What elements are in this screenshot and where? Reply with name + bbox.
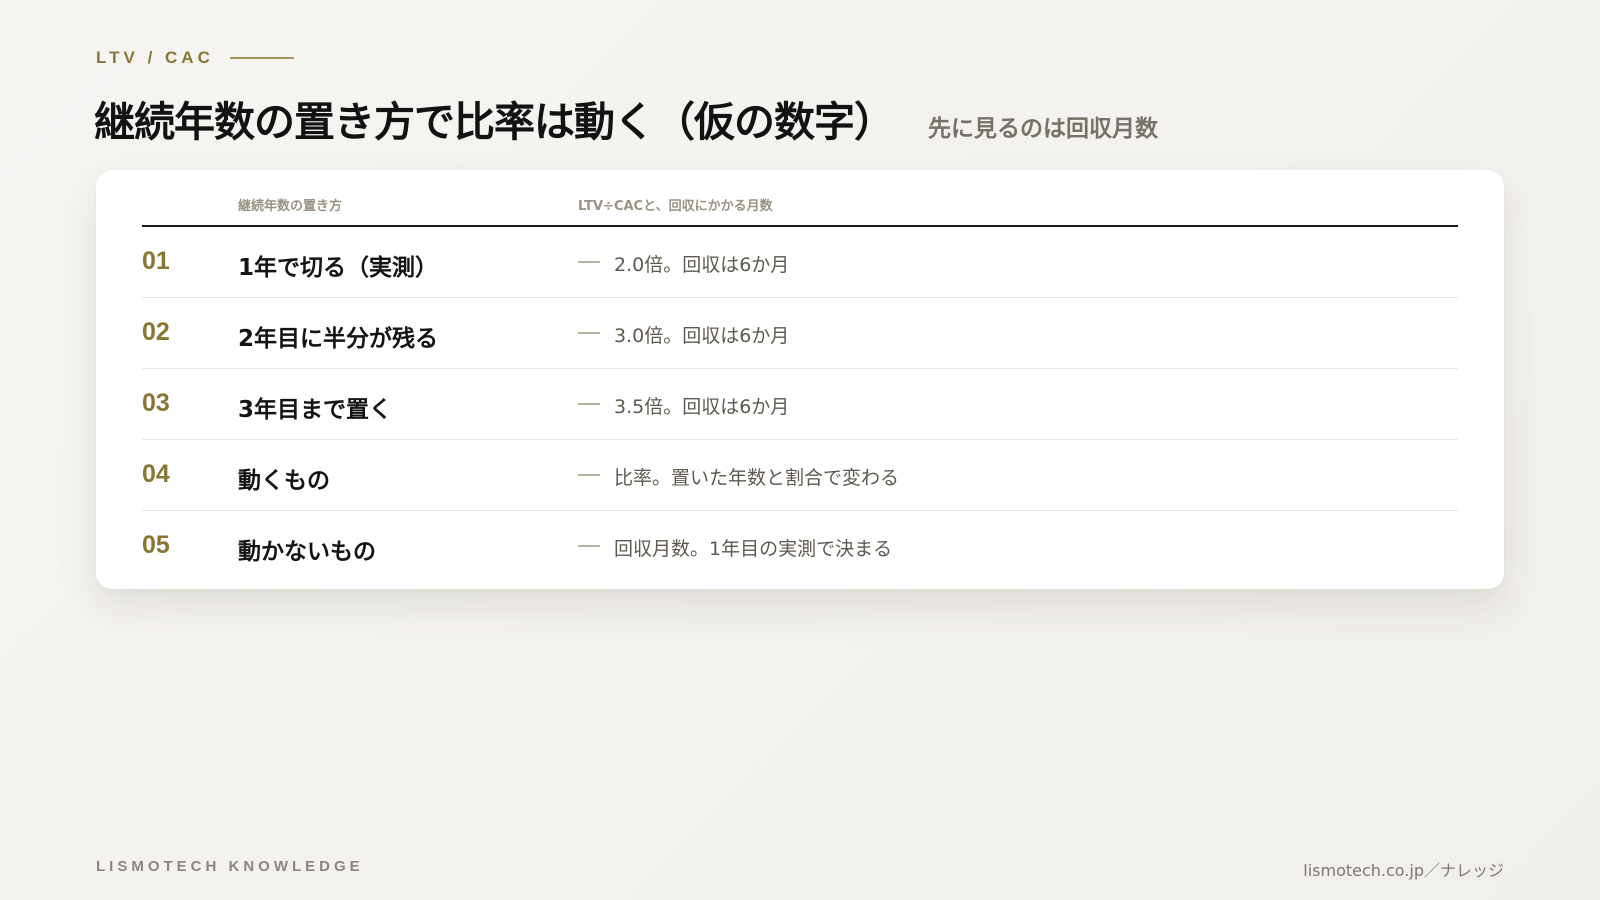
row-method: 1年で切る（実測） (238, 255, 439, 281)
row-number: 04 (142, 460, 170, 488)
table-row: 02 2年目に半分が残る 3.0倍。回収は6か月 (142, 298, 1458, 369)
title-row: 継続年数の置き方で比率は動く（仮の数字） 先に見るのは回収月数 (94, 88, 1158, 148)
footer-url: lismotech.co.jp／ナレッジ (1303, 861, 1504, 880)
row-result: 3.5倍。回収は6か月 (614, 396, 790, 418)
row-result: 比率。置いた年数と割合で変わる (614, 467, 900, 489)
table-row: 03 3年目まで置く 3.5倍。回収は6か月 (142, 369, 1458, 440)
page-title: 継続年数の置き方で比率は動く（仮の数字） (94, 98, 895, 146)
row-result: 2.0倍。回収は6か月 (614, 254, 790, 276)
table-row: 04 動くもの 比率。置いた年数と割合で変わる (142, 440, 1458, 511)
row-method: 動かないもの (238, 539, 376, 565)
comparison-card: 継続年数の置き方 LTV÷CACと、回収にかかる月数 01 1年で切る（実測） … (96, 170, 1504, 589)
dash-icon (578, 403, 600, 405)
row-number: 02 (142, 318, 170, 346)
row-method: 2年目に半分が残る (238, 326, 439, 352)
dash-icon (578, 332, 600, 334)
row-number: 05 (142, 531, 170, 559)
page-subtitle: 先に見るのは回収月数 (928, 116, 1158, 142)
table-row: 01 1年で切る（実測） 2.0倍。回収は6か月 (142, 227, 1458, 298)
row-number: 03 (142, 389, 170, 417)
dash-icon (578, 261, 600, 263)
column-header-result: LTV÷CACと、回収にかかる月数 (578, 199, 773, 214)
dash-icon (578, 474, 600, 476)
row-method: 3年目まで置く (238, 397, 393, 423)
column-header-method: 継続年数の置き方 (238, 199, 343, 214)
row-number: 01 (142, 247, 170, 275)
dash-icon (578, 545, 600, 547)
eyebrow: LTV / CAC (96, 48, 294, 68)
eyebrow-label: LTV / CAC (96, 48, 214, 67)
eyebrow-rule (229, 57, 294, 59)
row-result: 3.0倍。回収は6か月 (614, 325, 790, 347)
row-result: 回収月数。1年目の実測で決まる (614, 538, 893, 560)
table-row: 05 動かないもの 回収月数。1年目の実測で決まる (142, 511, 1458, 581)
table-header: 継続年数の置き方 LTV÷CACと、回収にかかる月数 (142, 170, 1458, 227)
row-method: 動くもの (238, 468, 330, 494)
footer-brand: LISMOTECH KNOWLEDGE (96, 858, 364, 875)
